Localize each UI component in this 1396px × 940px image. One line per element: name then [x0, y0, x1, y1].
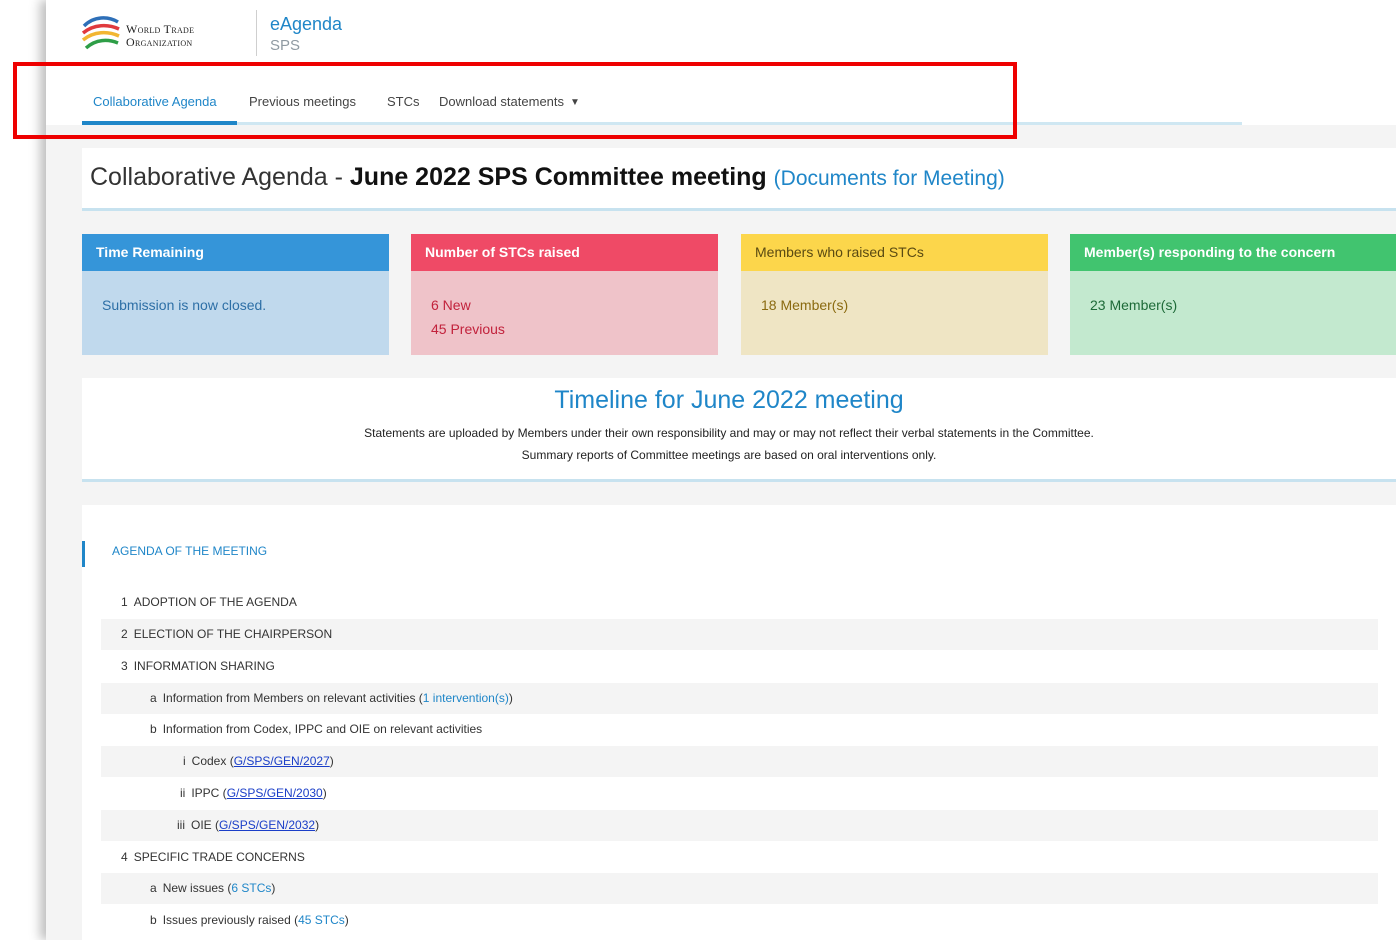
- agenda-item-number: 4: [121, 850, 128, 864]
- page-heading: Collaborative Agenda - June 2022 SPS Com…: [82, 148, 1396, 211]
- card-value: 18 Member(s): [761, 297, 849, 313]
- agenda-item-number: ii: [180, 786, 186, 800]
- app-subtitle: SPS: [270, 37, 301, 54]
- agenda-item-close: ): [322, 786, 327, 800]
- title-prefix: Collaborative Agenda -: [90, 163, 350, 191]
- agenda-item-close: ): [344, 913, 349, 927]
- agenda-item: 1 ADOPTION OF THE AGENDA: [101, 587, 1378, 618]
- agenda-item-close: ): [329, 754, 334, 768]
- agenda-title: AGENDA OF THE MEETING: [112, 544, 268, 558]
- card-header: Number of STCs raised: [411, 234, 718, 271]
- agenda-item-number: a: [150, 691, 157, 705]
- interventions-link[interactable]: 1 intervention(s): [423, 691, 509, 705]
- agenda-item-text: Information from Members on relevant act…: [162, 691, 423, 705]
- members-raised-card: Members who raised STCs 18 Member(s): [741, 234, 1048, 355]
- agenda-item-text: Codex (: [191, 754, 234, 768]
- card-header: Member(s) responding to the concern: [1070, 234, 1396, 271]
- card-value: 23 Member(s): [1090, 297, 1178, 313]
- app-title[interactable]: eAgenda: [270, 14, 342, 35]
- card-body: Submission is now closed.: [82, 271, 389, 317]
- agenda-item: 3 INFORMATION SHARING: [101, 651, 1378, 682]
- timeline-note-2: Summary reports of Committee meetings ar…: [521, 448, 937, 462]
- agenda-section: AGENDA OF THE MEETING 1 ADOPTION OF THE A…: [82, 505, 1396, 940]
- highlight-box: [13, 62, 1017, 139]
- card-header: Time Remaining: [82, 234, 389, 271]
- agenda-item-number: i: [183, 754, 186, 768]
- agenda-item-text: ADOPTION OF THE AGENDA: [133, 595, 297, 609]
- card-header: Members who raised STCs: [741, 234, 1048, 271]
- timeline-title: Timeline for June 2022 meeting: [554, 386, 904, 414]
- documents-for-meeting-link[interactable]: Documents for Meeting: [781, 167, 998, 190]
- documents-link-wrap: (Documents for Meeting): [773, 167, 1005, 190]
- agenda-item-text: Issues previously raised (: [162, 913, 299, 927]
- card-value-previous: 45 Previous: [431, 321, 505, 337]
- header-divider: [256, 10, 257, 56]
- agenda-subitem: b Information from Codex, IPPC and OIE on…: [101, 714, 1378, 745]
- agenda-item-close: ): [271, 881, 276, 895]
- timeline-note-1: Statements are uploaded by Members under…: [364, 426, 1094, 440]
- agenda-subsubitem: ii IPPC (G/SPS/GEN/2030): [101, 778, 1378, 809]
- logo-text-line2: Organization: [126, 35, 193, 49]
- wto-logo[interactable]: World Trade Organization: [80, 14, 250, 60]
- agenda-item-close: ): [508, 691, 513, 705]
- agenda-item-text: SPECIFIC TRADE CONCERNS: [133, 850, 305, 864]
- agenda-subsubitem: iii OIE (G/SPS/GEN/2032): [101, 810, 1378, 841]
- agenda-subitem: b Issues previously raised (45 STCs): [101, 905, 1378, 936]
- previous-stcs-link[interactable]: 45 STCs: [298, 913, 345, 927]
- agenda-item-number: 3: [121, 659, 128, 673]
- card-body: 6 New 45 Previous: [411, 271, 718, 341]
- agenda-title-accent: [82, 541, 85, 567]
- agenda-item-number: a: [150, 881, 157, 895]
- members-responding-card: Member(s) responding to the concern 23 M…: [1070, 234, 1396, 355]
- agenda-item-text: New issues (: [162, 881, 232, 895]
- time-remaining-card: Time Remaining Submission is now closed.: [82, 234, 389, 355]
- agenda-subsubitem: i Codex (G/SPS/GEN/2027): [101, 746, 1378, 777]
- page-title: Collaborative Agenda - June 2022 SPS Com…: [90, 163, 1005, 192]
- agenda-item-number: iii: [177, 818, 185, 832]
- agenda-item-text: INFORMATION SHARING: [133, 659, 275, 673]
- new-stcs-link[interactable]: 6 STCs: [231, 881, 271, 895]
- agenda-item-text: OIE (: [191, 818, 220, 832]
- card-value: Submission is now closed.: [102, 297, 267, 313]
- wto-logo-icon: [81, 16, 120, 50]
- card-body: 23 Member(s): [1070, 271, 1396, 317]
- card-value-new: 6 New: [431, 297, 471, 313]
- agenda-item-text: IPPC (: [191, 786, 227, 800]
- agenda-subitem: a Information from Members on relevant ac…: [101, 683, 1378, 714]
- agenda-item-number: 2: [121, 627, 128, 641]
- browser-page: World Trade Organization eAgenda SPS Col…: [46, 0, 1396, 940]
- stcs-raised-card: Number of STCs raised 6 New 45 Previous: [411, 234, 718, 355]
- agenda-item-text: Information from Codex, IPPC and OIE on …: [162, 722, 483, 736]
- agenda-item-number: 1: [121, 595, 128, 609]
- meeting-name: June 2022 SPS Committee meeting: [349, 163, 767, 191]
- document-link-codex[interactable]: G/SPS/GEN/2027: [234, 754, 330, 768]
- agenda-item-number: b: [150, 913, 157, 927]
- document-link-ippc[interactable]: G/SPS/GEN/2030: [227, 786, 323, 800]
- card-body: 18 Member(s): [741, 271, 1048, 317]
- agenda-item-text: ELECTION OF THE CHAIRPERSON: [133, 627, 333, 641]
- agenda-item: 2 ELECTION OF THE CHAIRPERSON: [101, 619, 1378, 650]
- document-link-oie[interactable]: G/SPS/GEN/2032: [219, 818, 315, 832]
- timeline-section: Timeline for June 2022 meeting Statement…: [82, 378, 1396, 482]
- agenda-item: 4 SPECIFIC TRADE CONCERNS: [101, 842, 1378, 873]
- agenda-item-number: b: [150, 722, 157, 736]
- agenda-subitem: a New issues (6 STCs): [101, 873, 1378, 904]
- agenda-item-close: ): [315, 818, 320, 832]
